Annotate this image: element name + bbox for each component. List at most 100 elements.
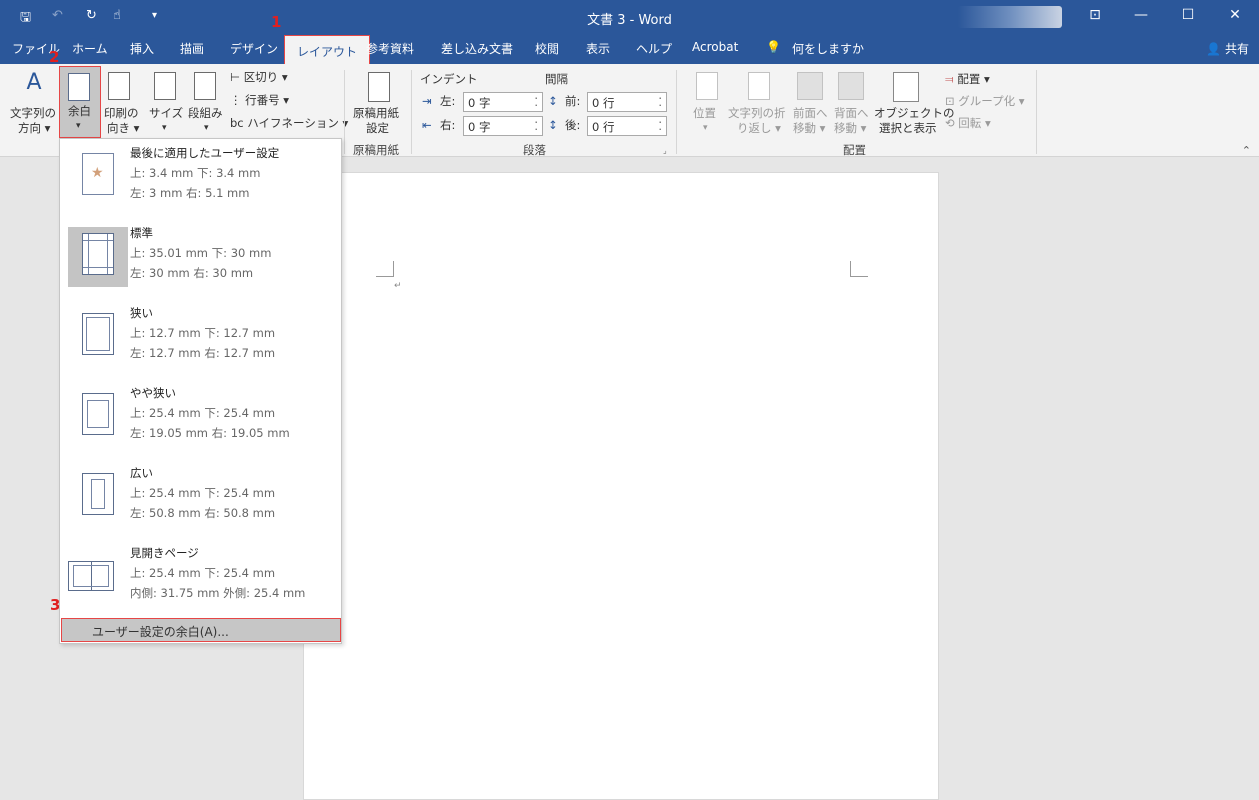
margin-thumbnail: [68, 307, 128, 367]
option-name: 標準: [130, 226, 153, 240]
space-before-icon: ↕: [548, 94, 558, 108]
margins-dropdown-icon: ▾: [76, 121, 81, 131]
columns-dropdown-icon[interactable]: ▾: [204, 121, 209, 136]
position-label[interactable]: 位置: [693, 106, 716, 121]
indent-left-input[interactable]: 0 字: [463, 92, 543, 112]
size-dropdown-icon[interactable]: ▾: [162, 121, 167, 136]
orientation-label-1[interactable]: 印刷の: [104, 106, 139, 121]
ribbon-display-icon[interactable]: ⊡: [1085, 7, 1105, 23]
custom-margins-button[interactable]: ユーザー設定の余白(A)...: [61, 618, 341, 642]
page-thumbnail-icon: [68, 561, 114, 591]
option-row-2: 左: 19.05 mm 右: 19.05 mm: [130, 426, 290, 440]
margins-icon: [68, 73, 90, 101]
option-row-2: 左: 3 mm 右: 5.1 mm: [130, 186, 250, 200]
margin-corner-top-left: [376, 261, 394, 277]
tab-layout[interactable]: レイアウト: [284, 35, 371, 64]
breaks-button[interactable]: ⊢ 区切り ▾: [230, 70, 288, 85]
page-thumbnail-icon: ★: [82, 153, 114, 195]
margins-button[interactable]: 余白 ▾: [59, 66, 101, 138]
page-thumbnail-icon: [82, 473, 114, 515]
wrap-text-icon: [748, 72, 770, 100]
text-direction-icon: A: [26, 70, 42, 95]
indent-right-input[interactable]: 0 字: [463, 116, 543, 136]
close-icon[interactable]: ✕: [1225, 7, 1245, 23]
option-name: 見開きページ: [130, 546, 199, 560]
tab-design[interactable]: デザイン: [230, 40, 278, 57]
margins-label: 余白: [68, 104, 91, 118]
tab-review[interactable]: 校閲: [535, 40, 559, 57]
tab-insert[interactable]: 挿入: [130, 40, 154, 57]
margin-option-moderate[interactable]: やや狭い 上: 25.4 mm 下: 25.4 mm 左: 19.05 mm 右…: [60, 379, 341, 459]
bring-forward-label-1[interactable]: 前面へ: [793, 106, 828, 121]
send-backward-label-2[interactable]: 移動 ▾: [834, 121, 866, 136]
columns-icon: [194, 72, 216, 100]
selection-pane-label-2[interactable]: 選択と表示: [879, 121, 937, 136]
wrap-text-label-2[interactable]: り返し ▾: [737, 121, 781, 136]
minimize-icon[interactable]: —: [1131, 7, 1151, 23]
align-button[interactable]: ⫤ 配置 ▾: [945, 72, 990, 87]
option-name: 広い: [130, 466, 153, 480]
selection-pane-icon: [893, 72, 919, 102]
tab-view[interactable]: 表示: [586, 40, 610, 57]
manuscript-label-1[interactable]: 原稿用紙: [353, 106, 399, 121]
tell-me-search[interactable]: 何をしますか: [792, 40, 864, 57]
indent-right-icon: ⇤: [422, 118, 432, 132]
hyphenation-label: ハイフネーション ▾: [247, 116, 349, 130]
size-label[interactable]: サイズ: [149, 106, 183, 121]
space-after-label: 後:: [565, 118, 581, 132]
wrap-text-label-1[interactable]: 文字列の折: [728, 106, 786, 121]
line-numbers-button[interactable]: ⋮ 行番号 ▾: [230, 93, 289, 108]
tab-references[interactable]: 参考資料: [366, 40, 414, 57]
document-page[interactable]: ↵: [303, 172, 939, 800]
option-row-1: 上: 25.4 mm 下: 25.4 mm: [130, 406, 276, 420]
spacing-heading: 間隔: [545, 72, 568, 86]
lightbulb-icon[interactable]: 💡: [766, 40, 781, 54]
send-backward-label-1[interactable]: 背面へ: [834, 106, 869, 121]
collapse-ribbon-icon[interactable]: ⌃: [1242, 144, 1251, 157]
text-direction-label-1[interactable]: 文字列の: [10, 106, 56, 121]
maximize-icon[interactable]: ☐: [1178, 7, 1198, 23]
tab-home[interactable]: ホーム: [72, 40, 108, 57]
manuscript-icon: [368, 72, 390, 102]
margin-option-last-custom[interactable]: ★ 最後に適用したユーザー設定 上: 3.4 mm 下: 3.4 mm 左: 3…: [60, 139, 341, 219]
space-before-input[interactable]: 0 行: [587, 92, 667, 112]
margins-dropdown-menu: ★ 最後に適用したユーザー設定 上: 3.4 mm 下: 3.4 mm 左: 3…: [59, 138, 342, 644]
margin-option-mirrored[interactable]: 見開きページ 上: 25.4 mm 下: 25.4 mm 内側: 31.75 m…: [60, 539, 341, 619]
manuscript-label-2[interactable]: 設定: [366, 121, 389, 136]
margin-option-narrow[interactable]: 狭い 上: 12.7 mm 下: 12.7 mm 左: 12.7 mm 右: 1…: [60, 299, 341, 379]
page-thumbnail-icon: [82, 233, 114, 275]
indent-heading: インデント: [420, 72, 478, 86]
margin-thumbnail: [68, 547, 128, 607]
orientation-label-2[interactable]: 向き ▾: [107, 121, 139, 136]
share-button[interactable]: 👤 共有: [1206, 40, 1249, 57]
option-row-2: 左: 30 mm 右: 30 mm: [130, 266, 254, 280]
text-direction-label-2[interactable]: 方向 ▾: [18, 121, 50, 136]
page-thumbnail-icon: [82, 393, 114, 435]
group-button[interactable]: ⊡ グループ化 ▾: [945, 94, 1025, 109]
bring-forward-label-2[interactable]: 移動 ▾: [793, 121, 825, 136]
hyphenation-button[interactable]: bc ハイフネーション ▾: [230, 116, 348, 131]
position-dropdown-icon[interactable]: ▾: [703, 121, 708, 136]
option-row-1: 上: 25.4 mm 下: 25.4 mm: [130, 486, 276, 500]
align-icon: ⫤: [945, 72, 954, 86]
guide: [83, 240, 113, 241]
separator: [1036, 70, 1037, 154]
rotate-button[interactable]: ⟲ 回転 ▾: [945, 116, 991, 131]
guide: [86, 317, 110, 351]
user-account[interactable]: [958, 6, 1062, 28]
tab-draw[interactable]: 描画: [180, 40, 204, 57]
tab-help[interactable]: ヘルプ: [636, 40, 672, 57]
margin-option-normal[interactable]: 標準 上: 35.01 mm 下: 30 mm 左: 30 mm 右: 30 m…: [60, 219, 341, 299]
space-after-input[interactable]: 0 行: [587, 116, 667, 136]
option-row-1: 上: 35.01 mm 下: 30 mm: [130, 246, 272, 260]
manuscript-group-label: 原稿用紙: [353, 143, 399, 157]
columns-label[interactable]: 段組み: [188, 106, 223, 121]
paragraph-launcher-icon[interactable]: ⌟: [663, 143, 667, 158]
rotate-label: 回転 ▾: [958, 116, 991, 130]
align-label: 配置 ▾: [957, 72, 990, 86]
margin-option-wide[interactable]: 広い 上: 25.4 mm 下: 25.4 mm 左: 50.8 mm 右: 5…: [60, 459, 341, 539]
indent-right-label: 右:: [440, 118, 456, 132]
selection-pane-label-1[interactable]: オブジェクトの: [874, 106, 955, 121]
tab-mailings[interactable]: 差し込み文書: [441, 40, 513, 57]
tab-acrobat[interactable]: Acrobat: [692, 40, 738, 54]
